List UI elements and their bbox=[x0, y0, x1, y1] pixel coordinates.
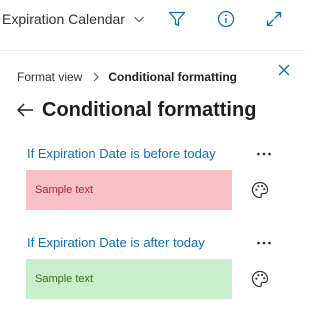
close-icon bbox=[277, 63, 291, 77]
chevron-down-icon bbox=[133, 13, 145, 25]
back-arrow-icon bbox=[15, 100, 35, 120]
sample-text-preview: Sample text bbox=[26, 259, 232, 299]
info-icon bbox=[216, 9, 236, 29]
palette-button[interactable] bbox=[249, 268, 271, 290]
sample-text-preview: Sample text bbox=[26, 170, 232, 210]
page: Expiration Calendar Format view Conditio… bbox=[0, 0, 305, 309]
rule-item: If Expiration Date is after today Sample… bbox=[0, 233, 305, 309]
rule-item: If Expiration Date is before today Sampl… bbox=[0, 144, 305, 228]
more-options-button[interactable] bbox=[252, 144, 276, 164]
more-icon bbox=[256, 151, 272, 157]
breadcrumb-current: Conditional formatting bbox=[108, 70, 237, 84]
info-button[interactable] bbox=[214, 7, 238, 31]
panel-header: Conditional formatting bbox=[14, 96, 256, 124]
view-name: Expiration Calendar bbox=[2, 11, 125, 27]
back-button[interactable] bbox=[14, 99, 36, 121]
expand-icon bbox=[264, 9, 284, 29]
breadcrumb-format-view[interactable]: Format view bbox=[17, 70, 82, 84]
filter-button[interactable] bbox=[165, 7, 189, 31]
page-title: Conditional formatting bbox=[42, 98, 257, 121]
palette-icon bbox=[250, 180, 270, 200]
chevron-right-icon bbox=[92, 72, 100, 82]
filter-icon bbox=[167, 9, 187, 29]
palette-icon bbox=[250, 269, 270, 289]
close-button[interactable] bbox=[274, 60, 294, 80]
top-toolbar: Expiration Calendar bbox=[0, 0, 305, 40]
more-icon bbox=[256, 240, 272, 246]
more-options-button[interactable] bbox=[252, 233, 276, 253]
rule-condition-link[interactable]: If Expiration Date is before today bbox=[27, 146, 216, 161]
palette-button[interactable] bbox=[249, 179, 271, 201]
view-switcher[interactable]: Expiration Calendar bbox=[2, 9, 145, 29]
breadcrumb: Format view Conditional formatting bbox=[17, 70, 237, 84]
rule-condition-link[interactable]: If Expiration Date is after today bbox=[27, 235, 205, 250]
expand-button[interactable] bbox=[262, 7, 286, 31]
toolbar-divider bbox=[0, 50, 305, 51]
